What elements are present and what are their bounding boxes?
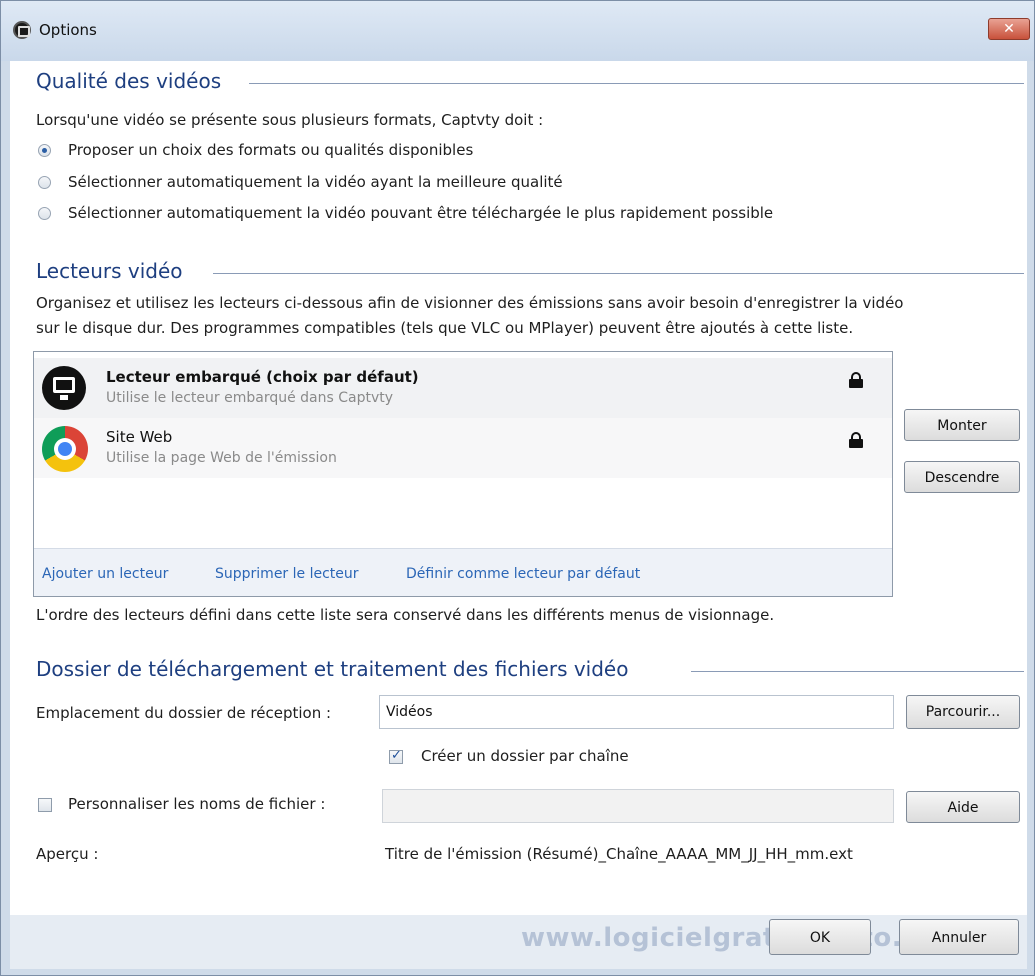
move-up-button[interactable]: Monter	[904, 409, 1020, 441]
radio-best-quality[interactable]	[38, 176, 51, 189]
custom-filenames-checkbox[interactable]	[38, 798, 52, 812]
lock-icon	[849, 432, 863, 448]
download-location-label: Emplacement du dossier de réception :	[36, 704, 332, 722]
ok-button[interactable]: OK	[769, 919, 871, 955]
video-quality-intro: Lorsqu'une vidéo se présente sous plusie…	[36, 111, 544, 129]
radio-best-quality-label[interactable]: Sélectionner automatiquement la vidéo ay…	[68, 173, 563, 191]
cancel-button[interactable]: Annuler	[899, 919, 1019, 955]
per-channel-folder-label[interactable]: Créer un dossier par chaîne	[421, 747, 629, 765]
download-divider	[691, 671, 1024, 672]
preview-label: Aperçu :	[36, 845, 99, 863]
players-description-line1: Organisez et utilisez les lecteurs ci-de…	[36, 294, 904, 312]
players-list[interactable]: Lecteur embarqué (choix par défaut) Util…	[33, 351, 893, 597]
player-item-website[interactable]: Site Web Utilise la page Web de l'émissi…	[34, 418, 892, 478]
app-icon	[13, 21, 31, 39]
radio-fastest-download-label[interactable]: Sélectionner automatiquement la vidéo po…	[68, 204, 773, 222]
preview-value: Titre de l'émission (Résumé)_Chaîne_AAAA…	[385, 845, 853, 863]
chrome-icon	[42, 426, 88, 472]
monitor-icon	[42, 366, 86, 410]
player-name: Lecteur embarqué (choix par défaut)	[106, 368, 419, 386]
download-location-field[interactable]: Vidéos	[379, 695, 894, 729]
help-button[interactable]: Aide	[906, 791, 1020, 823]
browse-button[interactable]: Parcourir...	[906, 695, 1020, 729]
players-order-note: L'ordre des lecteurs défini dans cette l…	[36, 606, 775, 624]
player-item-embedded[interactable]: Lecteur embarqué (choix par défaut) Util…	[34, 358, 892, 418]
video-quality-heading: Qualité des vidéos	[36, 69, 222, 93]
lock-icon	[849, 372, 863, 388]
watermark: www.logicielgratuit-tuto.com	[521, 923, 964, 953]
per-channel-folder-checkbox[interactable]	[389, 748, 403, 764]
title-bar[interactable]: Options ✕	[1, 1, 1034, 61]
player-description: Utilise le lecteur embarqué dans Captvty	[106, 390, 394, 406]
players-list-actions: Ajouter un lecteur Supprimer le lecteur …	[34, 548, 892, 596]
add-player-link[interactable]: Ajouter un lecteur	[42, 566, 168, 582]
download-heading: Dossier de téléchargement et traitement …	[36, 657, 629, 681]
players-description-line2: sur le disque dur. Des programmes compat…	[36, 319, 854, 337]
player-description: Utilise la page Web de l'émission	[106, 450, 337, 466]
move-down-button[interactable]: Descendre	[904, 461, 1020, 493]
radio-propose-choice[interactable]	[38, 144, 51, 157]
players-heading: Lecteurs vidéo	[36, 259, 183, 283]
custom-filenames-label[interactable]: Personnaliser les noms de fichier :	[68, 795, 325, 813]
options-dialog: Options ✕ Qualité des vidéos Lorsqu'une …	[0, 0, 1035, 976]
players-divider	[213, 273, 1024, 274]
set-default-player-link[interactable]: Définir comme lecteur par défaut	[406, 566, 640, 582]
player-name: Site Web	[106, 428, 173, 446]
window-title: Options	[39, 21, 97, 39]
custom-filenames-field[interactable]	[382, 789, 894, 823]
radio-propose-choice-label[interactable]: Proposer un choix des formats ou qualité…	[68, 141, 473, 159]
close-button[interactable]: ✕	[988, 18, 1030, 40]
remove-player-link[interactable]: Supprimer le lecteur	[215, 566, 359, 582]
video-quality-divider	[249, 83, 1024, 84]
radio-fastest-download[interactable]	[38, 207, 51, 220]
